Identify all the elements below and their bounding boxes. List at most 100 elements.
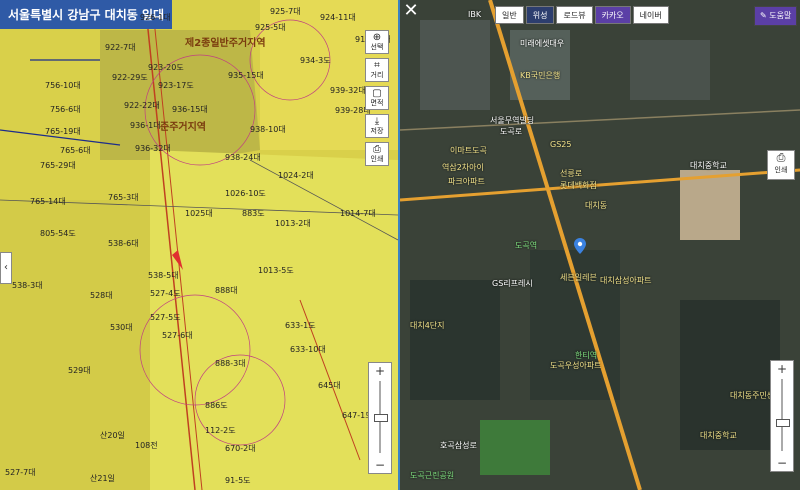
parcel-number-label: 529대 [68, 366, 91, 375]
parcel-number-label: 527-5도 [150, 313, 181, 322]
parcel-number-label: 108전 [135, 441, 158, 450]
save-tool-button[interactable]: ⤓ 저장 [365, 114, 389, 138]
parcel-number-label: 530대 [110, 323, 133, 332]
zoom-in-button[interactable]: + [771, 362, 793, 376]
left-zoom-control: + − [368, 362, 392, 474]
poi-label[interactable]: GS25 [550, 140, 571, 149]
parcel-number-label: 926-1대 [140, 13, 171, 22]
zoom-slider-track[interactable] [781, 379, 783, 451]
provider-naver-button[interactable]: 네이버 [632, 6, 669, 24]
parcel-number-label: 756-6대 [50, 105, 81, 114]
parcel-number-label: 888-3대 [215, 359, 246, 368]
parcel-number-label: 1013-5도 [258, 266, 294, 275]
parcel-number-label: 883도 [242, 209, 265, 218]
parcel-number-label: 527-4도 [150, 289, 181, 298]
map-type-roadview-button[interactable]: 로드뷰 [556, 6, 593, 24]
parcel-number-label: 1025대 [185, 209, 213, 218]
poi-label[interactable]: 역삼2차아이 [442, 162, 484, 173]
map-type-normal-button[interactable]: 일반 [495, 6, 524, 24]
satellite-map-pane[interactable]: IBK 미래에셋대우 KB국민은행서울무역빌딩 도곡로 GS25 이마트도곡역삼2차아이파… [400, 0, 800, 490]
parcel-number-label: 756-10대 [45, 81, 81, 90]
parcel-number-label: 633-10대 [290, 345, 326, 354]
poi-label[interactable]: 대치중학교 [690, 160, 727, 171]
parcel-number-label: 633-1도 [285, 321, 316, 330]
zoning-map-canvas[interactable] [0, 0, 398, 490]
poi-label[interactable]: KB국민은행 [520, 70, 560, 81]
parcel-number-label: 538-5대 [148, 271, 179, 280]
printer-icon: ⎙ [373, 144, 381, 155]
poi-label[interactable]: 서울무역빌딩 [490, 115, 534, 126]
poi-label[interactable]: 도곡역 [515, 240, 537, 251]
poi-label[interactable]: 이마트도곡 [450, 145, 487, 156]
parcel-number-label: 925-5대 [255, 23, 286, 32]
parcel-number-label: 670-2대 [225, 444, 256, 453]
parcel-number-label: 805-54도 [40, 229, 76, 238]
zoom-in-button[interactable]: + [369, 364, 391, 378]
poi-label[interactable]: 도곡우성아파트 [550, 360, 602, 371]
help-label: 도움말 [769, 11, 792, 20]
parcel-number-label: 922-29도 [112, 73, 148, 82]
poi-label[interactable]: GS리프레시 [492, 278, 533, 289]
printer-icon: ⎙ [776, 151, 786, 164]
building-block [630, 40, 710, 100]
poi-label[interactable]: 도곡근린공원 [410, 470, 454, 481]
zone-label: 제2종일반주거지역 [185, 38, 266, 49]
school-field [680, 170, 740, 240]
chevron-left-icon: ‹ [4, 262, 8, 273]
satellite-canvas[interactable] [400, 0, 800, 490]
poi-label[interactable]: 호곡삼성로 [440, 440, 477, 451]
zoom-slider-handle[interactable] [776, 418, 790, 427]
map-type-satellite-button[interactable]: 위성 [525, 6, 555, 24]
parcel-number-label: 923-17도 [158, 81, 194, 90]
close-icon[interactable]: ✕ [401, 2, 421, 22]
zoom-out-button[interactable]: − [771, 456, 793, 470]
parcel-number-label: 1024-2대 [278, 171, 314, 180]
poi-label[interactable]: 롯데백화점 [560, 180, 597, 191]
parcel-number-label: 528대 [90, 291, 113, 300]
distance-tool-button[interactable]: ⌗ 거리 [365, 58, 389, 82]
area-tool-button[interactable]: ▢ 면적 [365, 86, 389, 110]
tool-label: 저장 [370, 127, 384, 135]
parcel-number-label: 938-24대 [225, 153, 261, 162]
poi-label[interactable]: 대치중학교 [700, 430, 737, 441]
parcel-number-label: 산20일 [100, 431, 125, 440]
parcel-number-label: 산21일 [90, 474, 115, 483]
zoom-out-button[interactable]: − [369, 458, 391, 472]
poi-label[interactable]: 대치삼성아파트 [600, 275, 652, 286]
poi-label[interactable]: 대치4단지 [410, 320, 445, 331]
zone-general-area [150, 150, 398, 490]
building-block [420, 20, 490, 110]
parcel-number-label: 936-1대 [130, 121, 161, 130]
zoom-slider-handle[interactable] [374, 414, 388, 422]
parcel-number-label: 765-29대 [40, 161, 76, 170]
poi-label[interactable]: 대치동 [585, 200, 607, 211]
map-type-toolbar: 일반 위성 로드뷰 카카오 네이버 [495, 6, 669, 24]
parcel-number-label: 527-7대 [5, 468, 36, 477]
parcel-number-label: 765-14대 [30, 197, 66, 206]
poi-label[interactable]: 선릉로 [560, 168, 582, 179]
parcel-number-label: 538-6대 [108, 239, 139, 248]
select-tool-button[interactable]: ⊕ 선택 [365, 30, 389, 54]
parcel-number-label: 924-11대 [320, 13, 356, 22]
map-tool-column: ⊕ 선택 ⌗ 거리 ▢ 면적 ⤓ 저장 ⎙ 인쇄 [365, 30, 391, 170]
parcel-number-label: 939-32대 [330, 86, 366, 95]
cadastral-map-pane[interactable]: 서울특별시 강남구 대치동 일대 926-1대 925-7대 925-5대 922-7… [0, 0, 398, 490]
collapse-panel-button[interactable]: ‹ [0, 252, 12, 284]
tool-label: 인쇄 [370, 155, 384, 163]
parcel-number-label: 91-5도 [225, 476, 251, 485]
poi-label[interactable]: 세븐일레븐 [560, 272, 597, 283]
poi-label[interactable]: 미래에셋대우 [520, 38, 564, 49]
parcel-number-label: 938-10대 [250, 125, 286, 134]
tool-label: 면적 [370, 99, 384, 107]
location-pin-icon[interactable] [574, 238, 586, 254]
right-print-button[interactable]: ⎙ 인쇄 [767, 150, 795, 180]
provider-kakao-button[interactable]: 카카오 [594, 6, 631, 24]
help-button[interactable]: ✎ 도움말 [754, 6, 798, 26]
poi-label[interactable]: 파크아파트 [448, 176, 485, 187]
parcel-number-label: 1026-10도 [225, 189, 266, 198]
poi-label[interactable]: 도곡로 [500, 126, 522, 137]
parcel-number-label: 925-7대 [270, 7, 301, 16]
print-tool-button[interactable]: ⎙ 인쇄 [365, 142, 389, 166]
ruler-icon: ⌗ [374, 60, 380, 71]
poi-label[interactable]: IBK [468, 10, 481, 19]
